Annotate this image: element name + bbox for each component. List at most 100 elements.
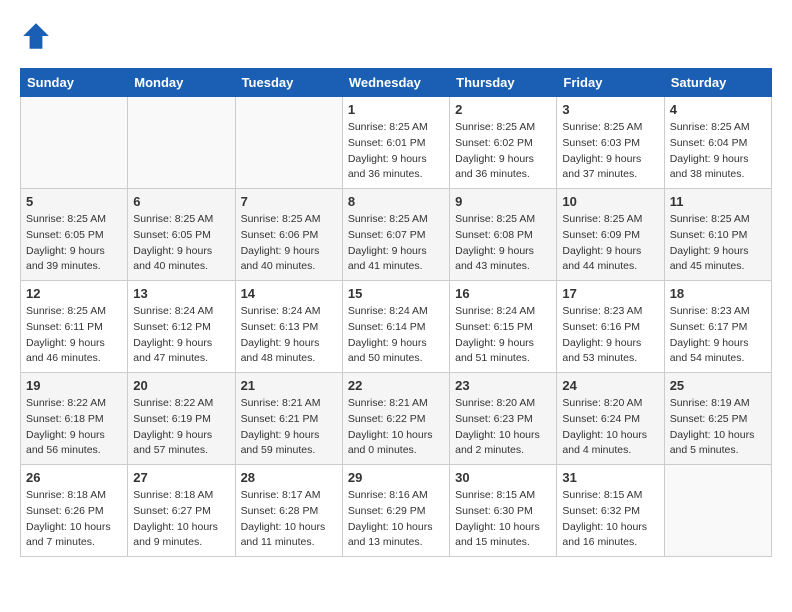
day-detail: Sunrise: 8:23 AM Sunset: 6:17 PM Dayligh… — [670, 304, 766, 367]
day-number: 13 — [133, 286, 229, 301]
day-cell: 20 Sunrise: 8:22 AM Sunset: 6:19 PM Dayli… — [128, 373, 235, 465]
day-detail: Sunrise: 8:18 AM Sunset: 6:27 PM Dayligh… — [133, 488, 229, 551]
day-number: 1 — [348, 102, 444, 117]
week-row-1: 1 Sunrise: 8:25 AM Sunset: 6:01 PM Daylig… — [21, 97, 772, 189]
day-detail: Sunrise: 8:25 AM Sunset: 6:01 PM Dayligh… — [348, 120, 444, 183]
day-number: 20 — [133, 378, 229, 393]
weekday-sunday: Sunday — [21, 69, 128, 97]
day-cell: 17 Sunrise: 8:23 AM Sunset: 6:16 PM Dayli… — [557, 281, 664, 373]
day-detail: Sunrise: 8:15 AM Sunset: 6:30 PM Dayligh… — [455, 488, 551, 551]
day-cell — [664, 465, 771, 557]
day-detail: Sunrise: 8:24 AM Sunset: 6:15 PM Dayligh… — [455, 304, 551, 367]
day-cell: 31 Sunrise: 8:15 AM Sunset: 6:32 PM Dayli… — [557, 465, 664, 557]
day-number: 31 — [562, 470, 658, 485]
calendar-body: 1 Sunrise: 8:25 AM Sunset: 6:01 PM Daylig… — [21, 97, 772, 557]
day-number: 25 — [670, 378, 766, 393]
day-number: 24 — [562, 378, 658, 393]
day-cell: 12 Sunrise: 8:25 AM Sunset: 6:11 PM Dayli… — [21, 281, 128, 373]
week-row-3: 12 Sunrise: 8:25 AM Sunset: 6:11 PM Dayli… — [21, 281, 772, 373]
day-number: 8 — [348, 194, 444, 209]
day-cell: 11 Sunrise: 8:25 AM Sunset: 6:10 PM Dayli… — [664, 189, 771, 281]
day-cell: 24Sunrise: 8:20 AM Sunset: 6:24 PM Dayli… — [557, 373, 664, 465]
weekday-monday: Monday — [128, 69, 235, 97]
day-detail: Sunrise: 8:25 AM Sunset: 6:07 PM Dayligh… — [348, 212, 444, 275]
day-cell: 13 Sunrise: 8:24 AM Sunset: 6:12 PM Dayli… — [128, 281, 235, 373]
day-cell: 5 Sunrise: 8:25 AM Sunset: 6:05 PM Daylig… — [21, 189, 128, 281]
day-number: 4 — [670, 102, 766, 117]
day-number: 5 — [26, 194, 122, 209]
day-number: 21 — [241, 378, 337, 393]
day-detail: Sunrise: 8:18 AM Sunset: 6:26 PM Dayligh… — [26, 488, 122, 551]
day-detail: Sunrise: 8:16 AM Sunset: 6:29 PM Dayligh… — [348, 488, 444, 551]
day-detail: Sunrise: 8:22 AM Sunset: 6:19 PM Dayligh… — [133, 396, 229, 459]
day-cell: 10 Sunrise: 8:25 AM Sunset: 6:09 PM Dayli… — [557, 189, 664, 281]
day-number: 10 — [562, 194, 658, 209]
day-detail: Sunrise: 8:24 AM Sunset: 6:12 PM Dayligh… — [133, 304, 229, 367]
day-number: 6 — [133, 194, 229, 209]
day-number: 14 — [241, 286, 337, 301]
day-number: 3 — [562, 102, 658, 117]
day-number: 15 — [348, 286, 444, 301]
day-cell: 29Sunrise: 8:16 AM Sunset: 6:29 PM Dayli… — [342, 465, 449, 557]
day-detail: Sunrise: 8:25 AM Sunset: 6:04 PM Dayligh… — [670, 120, 766, 183]
weekday-header-row: SundayMondayTuesdayWednesdayThursdayFrid… — [21, 69, 772, 97]
day-cell: 27 Sunrise: 8:18 AM Sunset: 6:27 PM Dayli… — [128, 465, 235, 557]
day-cell: 1 Sunrise: 8:25 AM Sunset: 6:01 PM Daylig… — [342, 97, 449, 189]
day-detail: Sunrise: 8:23 AM Sunset: 6:16 PM Dayligh… — [562, 304, 658, 367]
day-cell: 30 Sunrise: 8:15 AM Sunset: 6:30 PM Dayli… — [450, 465, 557, 557]
day-cell — [128, 97, 235, 189]
day-detail: Sunrise: 8:20 AM Sunset: 6:23 PM Dayligh… — [455, 396, 551, 459]
day-number: 28 — [241, 470, 337, 485]
calendar-header: SundayMondayTuesdayWednesdayThursdayFrid… — [21, 69, 772, 97]
day-number: 26 — [26, 470, 122, 485]
day-cell: 19 Sunrise: 8:22 AM Sunset: 6:18 PM Dayli… — [21, 373, 128, 465]
weekday-friday: Friday — [557, 69, 664, 97]
day-cell: 14 Sunrise: 8:24 AM Sunset: 6:13 PM Dayli… — [235, 281, 342, 373]
day-detail: Sunrise: 8:24 AM Sunset: 6:14 PM Dayligh… — [348, 304, 444, 367]
day-detail: Sunrise: 8:25 AM Sunset: 6:05 PM Dayligh… — [26, 212, 122, 275]
day-number: 7 — [241, 194, 337, 209]
day-cell: 6 Sunrise: 8:25 AM Sunset: 6:05 PM Daylig… — [128, 189, 235, 281]
day-cell: 16 Sunrise: 8:24 AM Sunset: 6:15 PM Dayli… — [450, 281, 557, 373]
day-cell: 22 Sunrise: 8:21 AM Sunset: 6:22 PM Dayli… — [342, 373, 449, 465]
day-detail: Sunrise: 8:25 AM Sunset: 6:11 PM Dayligh… — [26, 304, 122, 367]
day-detail: Sunrise: 8:24 AM Sunset: 6:13 PM Dayligh… — [241, 304, 337, 367]
day-detail: Sunrise: 8:25 AM Sunset: 6:05 PM Dayligh… — [133, 212, 229, 275]
day-detail: Sunrise: 8:17 AM Sunset: 6:28 PM Dayligh… — [241, 488, 337, 551]
logo — [20, 20, 56, 52]
day-number: 16 — [455, 286, 551, 301]
day-detail: Sunrise: 8:15 AM Sunset: 6:32 PM Dayligh… — [562, 488, 658, 551]
weekday-thursday: Thursday — [450, 69, 557, 97]
day-number: 27 — [133, 470, 229, 485]
day-number: 12 — [26, 286, 122, 301]
day-number: 22 — [348, 378, 444, 393]
day-number: 19 — [26, 378, 122, 393]
week-row-5: 26 Sunrise: 8:18 AM Sunset: 6:26 PM Dayli… — [21, 465, 772, 557]
day-number: 18 — [670, 286, 766, 301]
day-detail: Sunrise: 8:22 AM Sunset: 6:18 PM Dayligh… — [26, 396, 122, 459]
day-detail: Sunrise: 8:19 AM Sunset: 6:25 PM Dayligh… — [670, 396, 766, 459]
day-cell: 4 Sunrise: 8:25 AM Sunset: 6:04 PM Daylig… — [664, 97, 771, 189]
day-cell — [235, 97, 342, 189]
day-cell — [21, 97, 128, 189]
week-row-2: 5 Sunrise: 8:25 AM Sunset: 6:05 PM Daylig… — [21, 189, 772, 281]
day-detail: Sunrise: 8:25 AM Sunset: 6:02 PM Dayligh… — [455, 120, 551, 183]
day-number: 17 — [562, 286, 658, 301]
day-cell: 23Sunrise: 8:20 AM Sunset: 6:23 PM Dayli… — [450, 373, 557, 465]
weekday-wednesday: Wednesday — [342, 69, 449, 97]
day-cell: 9Sunrise: 8:25 AM Sunset: 6:08 PM Daylig… — [450, 189, 557, 281]
day-detail: Sunrise: 8:21 AM Sunset: 6:22 PM Dayligh… — [348, 396, 444, 459]
day-cell: 25 Sunrise: 8:19 AM Sunset: 6:25 PM Dayli… — [664, 373, 771, 465]
day-number: 11 — [670, 194, 766, 209]
weekday-tuesday: Tuesday — [235, 69, 342, 97]
logo-icon — [20, 20, 52, 52]
day-detail: Sunrise: 8:25 AM Sunset: 6:08 PM Dayligh… — [455, 212, 551, 275]
day-cell: 26 Sunrise: 8:18 AM Sunset: 6:26 PM Dayli… — [21, 465, 128, 557]
day-detail: Sunrise: 8:25 AM Sunset: 6:09 PM Dayligh… — [562, 212, 658, 275]
calendar-table: SundayMondayTuesdayWednesdayThursdayFrid… — [20, 68, 772, 557]
day-cell: 3Sunrise: 8:25 AM Sunset: 6:03 PM Daylig… — [557, 97, 664, 189]
day-cell: 2Sunrise: 8:25 AM Sunset: 6:02 PM Daylig… — [450, 97, 557, 189]
week-row-4: 19 Sunrise: 8:22 AM Sunset: 6:18 PM Dayli… — [21, 373, 772, 465]
day-number: 30 — [455, 470, 551, 485]
day-detail: Sunrise: 8:25 AM Sunset: 6:10 PM Dayligh… — [670, 212, 766, 275]
